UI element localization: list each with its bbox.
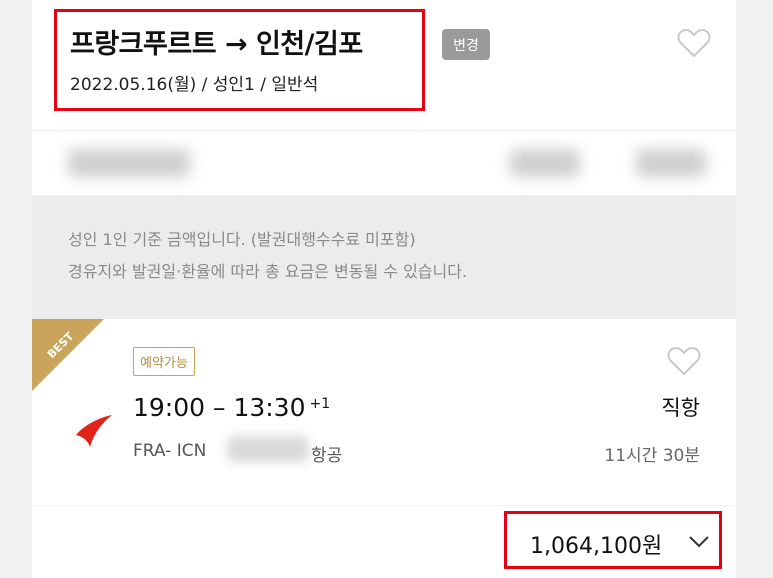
chevron-down-icon[interactable] [688,533,710,549]
flight-duration: 11시간 30분 [604,446,700,466]
blurred-filter-middle[interactable] [510,149,580,177]
blurred-filter-right[interactable] [636,149,706,177]
search-conditions: 2022.05.16(월) / 성인1 / 일반석 [70,75,319,95]
price-row[interactable]: 1,064,100원 [32,506,736,578]
price-notice: 성인 1인 기준 금액입니다. (발권대행수수료 미포함) 경유지와 발권일·환… [32,195,736,319]
filter-bar[interactable] [32,131,736,195]
heart-icon[interactable] [667,346,701,376]
departure-arrival-time: 19:00 – 13:30 [133,393,306,422]
blurred-airline-name [227,436,309,462]
heart-icon[interactable] [677,28,711,58]
airline-suffix: 항공 [311,446,343,466]
blurred-filter-left[interactable] [68,149,190,177]
fare-price: 1,064,100원 [530,534,663,559]
day-offset: +1 [309,396,331,412]
route-code: FRA- ICN [133,441,207,461]
route-title: 프랑크푸르트 → 인천/김포 [70,29,363,60]
best-ribbon: BEST [32,319,104,391]
change-button[interactable]: 변경 [442,29,490,60]
availability-tag: 예약가능 [133,347,195,376]
airline-logo-icon [76,415,112,447]
stops-label: 직항 [661,396,700,420]
search-summary: 프랑크푸르트 → 인천/김포 2022.05.16(월) / 성인1 / 일반석… [32,0,736,130]
notice-line-1: 성인 1인 기준 금액입니다. (발권대행수수료 미포함) [68,230,416,249]
flight-result-card[interactable]: BEST 예약가능 19:00 – 13:30 +1 직항 FRA- ICN 항공… [32,319,736,505]
notice-line-2: 경유지와 발권일·환율에 따라 총 요금은 변동될 수 있습니다. [68,262,468,281]
flight-time: 19:00 – 13:30 +1 [133,393,330,422]
